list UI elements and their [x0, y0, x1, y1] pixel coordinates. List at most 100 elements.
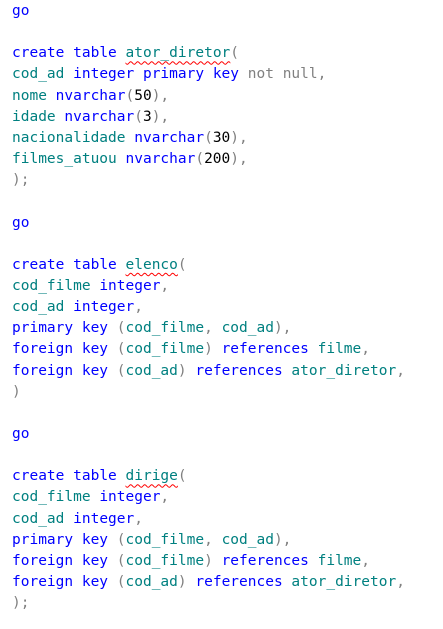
code-line[interactable]: ); [12, 593, 29, 614]
code-token: key [212, 66, 240, 83]
code-line[interactable]: nome nvarchar(50), [12, 86, 169, 107]
code-token: integer [73, 510, 135, 527]
code-line[interactable]: cod_ad integer, [12, 509, 143, 530]
code-line[interactable]: create table dirige( [12, 466, 187, 487]
code-token: , [396, 362, 405, 379]
code-token: ( [116, 362, 126, 379]
code-line[interactable]: create table ator_diretor( [12, 43, 239, 64]
code-token: cod_filme [125, 341, 205, 358]
code-line[interactable]: ); [12, 170, 29, 191]
code-token: foreign [12, 552, 74, 569]
code-token: 200 [204, 151, 231, 168]
code-token: ator_diretor [291, 362, 397, 379]
code-token-error: ator_diretor [125, 45, 231, 62]
code-token: ) [177, 362, 187, 379]
code-token: ), [151, 87, 170, 104]
code-token-error: dirige [125, 468, 178, 485]
code-token: go [12, 214, 30, 231]
code-line[interactable]: filmes_atuou nvarchar(200), [12, 149, 248, 170]
code-line[interactable]: nacionalidade nvarchar(30), [12, 128, 248, 149]
code-line[interactable]: go [12, 1, 29, 22]
code-token: , [317, 66, 327, 83]
code-token: ( [195, 151, 205, 168]
code-token: ), [230, 151, 248, 168]
code-line[interactable]: foreign key (cod_ad) references ator_dir… [12, 572, 405, 593]
code-token: cod_ad [221, 531, 274, 548]
code-line[interactable]: idade nvarchar(3), [12, 107, 169, 128]
code-token: create [12, 45, 65, 62]
code-token: ) [204, 341, 213, 358]
code-token: ( [177, 468, 187, 485]
code-token-error: elenco [125, 256, 178, 273]
code-line[interactable]: go [12, 424, 29, 445]
code-line[interactable]: cod_ad integer primary key not null, [12, 64, 326, 85]
code-token: nvarchar [55, 87, 126, 104]
code-token: , [134, 299, 143, 316]
code-line[interactable]: primary key (cod_filme, cod_ad), [12, 318, 291, 339]
code-token: ), [273, 531, 292, 548]
code-line[interactable]: foreign key (cod_ad) references ator_dir… [12, 361, 405, 382]
code-line[interactable]: ) [12, 382, 21, 403]
code-line[interactable]: primary key (cod_filme, cod_ad), [12, 530, 291, 551]
code-token: null [282, 66, 318, 83]
code-line[interactable]: foreign key (cod_filme) references filme… [12, 339, 370, 360]
code-token: not [247, 66, 274, 83]
code-token: ( [125, 87, 135, 104]
code-token: integer [99, 489, 161, 506]
code-token: go [12, 3, 30, 19]
code-token: 30 [212, 129, 231, 146]
code-token: references [195, 574, 283, 591]
code-token: ), [273, 320, 292, 337]
code-token: references [221, 552, 309, 569]
code-token: ), [230, 129, 248, 146]
code-token: key [81, 574, 109, 591]
code-token: primary [12, 320, 74, 337]
sql-code-editor[interactable]: go create table ator_diretor(cod_ad integ… [0, 0, 443, 629]
code-token: nacionalidade [12, 129, 126, 146]
code-token: cod_ad [12, 66, 65, 83]
code-token: integer [73, 299, 135, 316]
code-token: , [160, 489, 170, 506]
code-token: cod_filme [125, 320, 205, 337]
code-token: create [12, 256, 65, 273]
code-line[interactable]: cod_filme integer, [12, 487, 169, 508]
code-line[interactable]: create table elenco( [12, 255, 187, 276]
code-token: nvarchar [64, 108, 135, 125]
code-token: cod_ad [12, 299, 65, 316]
code-token: cod_filme [12, 277, 91, 294]
code-token: ) [204, 552, 213, 569]
code-token: ( [177, 256, 187, 273]
code-token: key [81, 341, 109, 358]
code-line[interactable]: cod_ad integer, [12, 297, 143, 318]
code-token: key [81, 531, 109, 548]
code-token: ), [151, 108, 170, 125]
code-line[interactable]: foreign key (cod_filme) references filme… [12, 551, 370, 572]
code-line[interactable]: go [12, 213, 29, 234]
code-token: cod_filme [12, 489, 91, 506]
code-token: primary [12, 531, 74, 548]
code-line[interactable]: cod_filme integer, [12, 276, 169, 297]
code-token: key [81, 552, 109, 569]
